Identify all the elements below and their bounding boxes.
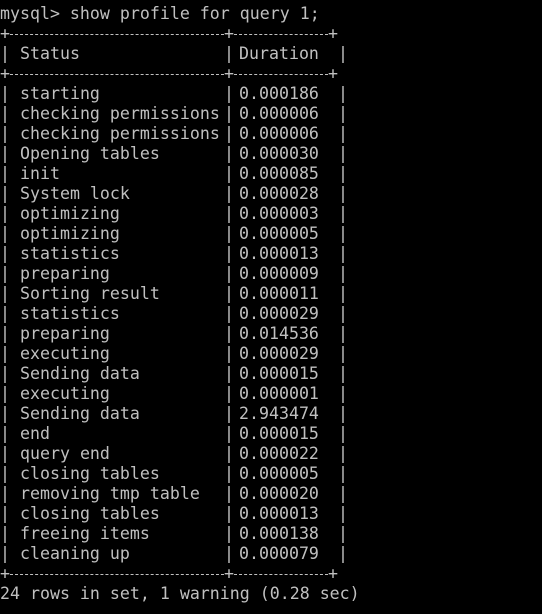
duration-cell: 0.000022: [239, 444, 319, 463]
duration-cell: 0.000085: [239, 164, 319, 183]
duration-cell: 0.000029: [239, 304, 319, 323]
duration-cell: 0.000186: [239, 84, 319, 103]
duration-cell: 0.000015: [239, 364, 319, 383]
status-cell: System lock: [20, 184, 130, 203]
terminal-console: mysql> show profile for query 1; + + + | St…: [0, 4, 542, 604]
table-row: | starting | 0.000186 |: [0, 84, 348, 103]
status-cell: executing: [20, 384, 110, 403]
column-header-duration: Duration: [239, 44, 319, 63]
duration-cell: 0.000005: [239, 224, 319, 243]
duration-cell: 0.000009: [239, 264, 319, 283]
duration-cell: 0.000138: [239, 524, 319, 543]
status-cell: end: [20, 424, 50, 443]
table-row: | preparing | 0.014536 |: [0, 324, 348, 343]
status-cell: Opening tables: [20, 144, 160, 163]
status-cell: Sending data: [20, 364, 140, 383]
command-prompt-line: mysql> show profile for query 1;: [0, 4, 320, 23]
table-border-top: + + +: [0, 24, 338, 43]
table-row: | Sending data | 2.943474 |: [0, 404, 348, 423]
status-cell: closing tables: [20, 504, 160, 523]
status-cell: statistics: [20, 244, 120, 263]
duration-cell: 0.000006: [239, 104, 319, 123]
duration-cell: 0.000011: [239, 284, 319, 303]
result-summary: 24 rows in set, 1 warning (0.28 sec): [0, 584, 360, 603]
duration-cell: 2.943474: [239, 404, 319, 423]
table-row: | removing tmp table | 0.000020 |: [0, 484, 348, 503]
duration-cell: 0.000015: [239, 424, 319, 443]
duration-cell: 0.000006: [239, 124, 319, 143]
duration-cell: 0.000003: [239, 204, 319, 223]
table-row: | freeing items | 0.000138 |: [0, 524, 348, 543]
duration-cell: 0.000028: [239, 184, 319, 203]
table-row: | preparing | 0.000009 |: [0, 264, 348, 283]
table-row: | System lock | 0.000028 |: [0, 184, 348, 203]
status-cell: checking permissions: [20, 124, 220, 143]
status-cell: optimizing: [20, 204, 120, 223]
status-cell: checking permissions: [20, 104, 220, 123]
table-border-bottom: + + +: [0, 564, 338, 583]
table-row: | optimizing | 0.000005 |: [0, 224, 348, 243]
table-body: | starting | 0.000186 | | checking permissions…: [0, 84, 542, 564]
table-row: | Sorting result | 0.000011 |: [0, 284, 348, 303]
table-row: | checking permissions | 0.000006 |: [0, 124, 348, 143]
column-header-status: Status: [20, 44, 80, 63]
table-row: | closing tables | 0.000013 |: [0, 504, 348, 523]
duration-cell: 0.000029: [239, 344, 319, 363]
duration-cell: 0.000030: [239, 144, 319, 163]
status-cell: init: [20, 164, 60, 183]
status-cell: freeing items: [20, 524, 150, 543]
status-cell: preparing: [20, 264, 110, 283]
table-row: | executing | 0.000001 |: [0, 384, 348, 403]
status-cell: Sending data: [20, 404, 140, 423]
duration-cell: 0.000013: [239, 244, 319, 263]
status-cell: cleaning up: [20, 544, 130, 563]
table-header-row: | Status | Duration |: [0, 44, 348, 63]
duration-cell: 0.000005: [239, 464, 319, 483]
table-row: | query end | 0.000022 |: [0, 444, 348, 463]
table-row: | init | 0.000085 |: [0, 164, 348, 183]
table-border-header: + + +: [0, 64, 338, 83]
status-cell: query end: [20, 444, 110, 463]
status-cell: closing tables: [20, 464, 160, 483]
table-row: | statistics | 0.000013 |: [0, 244, 348, 263]
status-cell: optimizing: [20, 224, 120, 243]
duration-cell: 0.000013: [239, 504, 319, 523]
status-cell: Sorting result: [20, 284, 160, 303]
status-cell: preparing: [20, 324, 110, 343]
table-row: | closing tables | 0.000005 |: [0, 464, 348, 483]
status-cell: removing tmp table: [20, 484, 200, 503]
table-row: | Opening tables | 0.000030 |: [0, 144, 348, 163]
status-cell: starting: [20, 84, 100, 103]
table-row: | end | 0.000015 |: [0, 424, 348, 443]
table-row: | Sending data | 0.000015 |: [0, 364, 348, 383]
table-row: | optimizing | 0.000003 |: [0, 204, 348, 223]
duration-cell: 0.000020: [239, 484, 319, 503]
duration-cell: 0.000079: [239, 544, 319, 563]
table-row: | checking permissions | 0.000006 |: [0, 104, 348, 123]
duration-cell: 0.014536: [239, 324, 319, 343]
status-cell: executing: [20, 344, 110, 363]
table-row: | executing | 0.000029 |: [0, 344, 348, 363]
table-row: | cleaning up | 0.000079 |: [0, 544, 348, 563]
duration-cell: 0.000001: [239, 384, 319, 403]
table-row: | statistics | 0.000029 |: [0, 304, 348, 323]
status-cell: statistics: [20, 304, 120, 323]
